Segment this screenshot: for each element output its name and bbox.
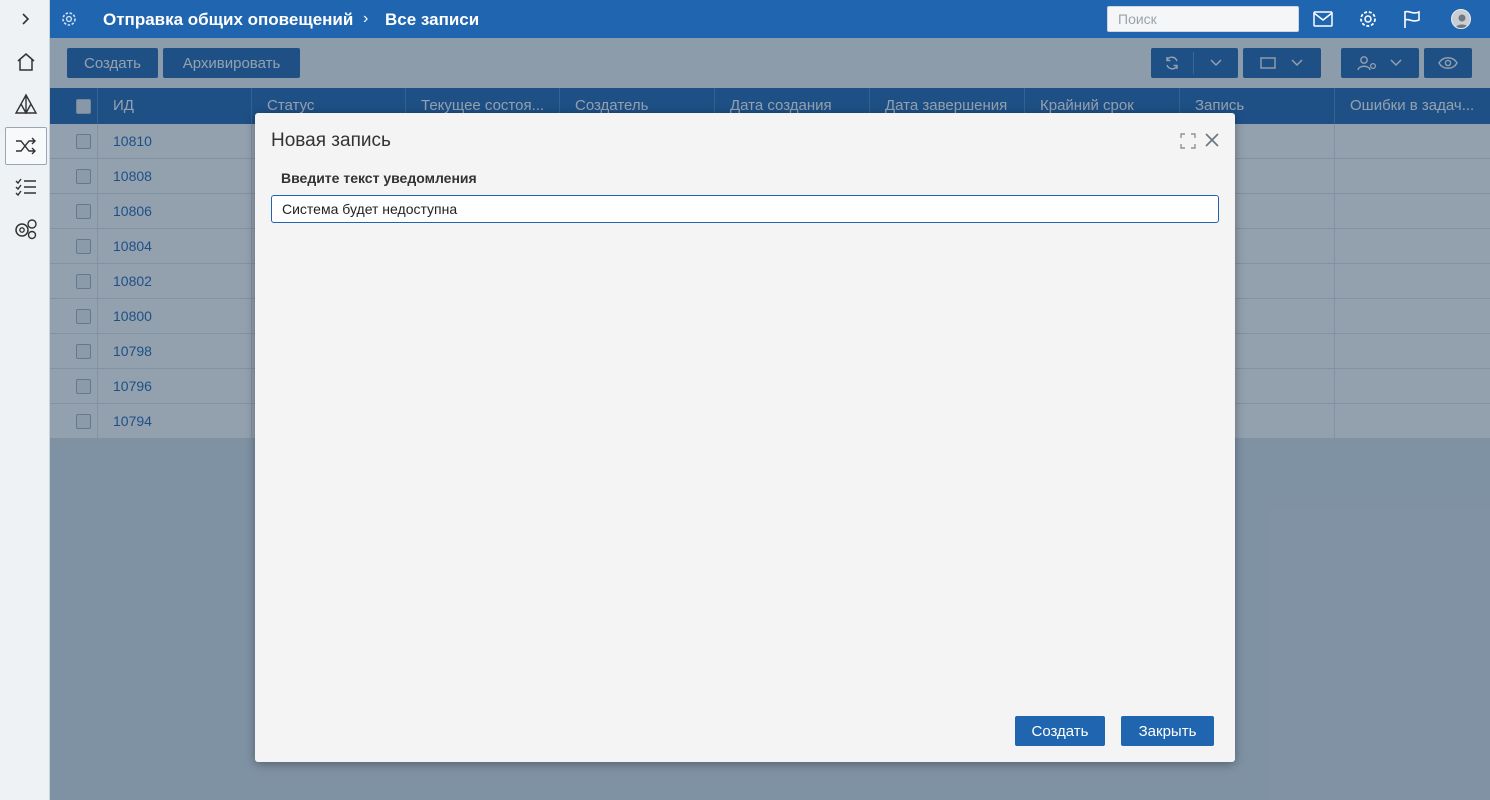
notification-text-label: Введите текст уведомления [281, 170, 477, 186]
settings-icon[interactable] [60, 10, 78, 28]
shuffle-icon[interactable] [5, 127, 47, 165]
expand-icon[interactable] [0, 0, 50, 38]
checklist-icon[interactable] [5, 168, 47, 206]
close-icon[interactable] [1202, 130, 1222, 150]
new-record-dialog: Новая запись Введите текст уведомления С… [255, 113, 1235, 762]
home-icon[interactable] [5, 43, 47, 81]
maximize-icon[interactable] [1179, 132, 1197, 150]
notification-text-input[interactable] [271, 195, 1219, 223]
gear-icon[interactable] [1357, 9, 1379, 29]
dialog-create-button[interactable]: Создать [1015, 716, 1105, 746]
breadcrumb-current: Все записи [385, 10, 480, 29]
sidebar [0, 0, 50, 800]
search-input[interactable] [1107, 6, 1299, 32]
breadcrumb-separator: › [363, 10, 369, 27]
gears-icon[interactable] [5, 210, 47, 248]
dialog-close-button[interactable]: Закрыть [1121, 716, 1214, 746]
flag-icon[interactable] [1401, 9, 1423, 29]
breadcrumb-root[interactable]: Отправка общих оповещений [103, 10, 353, 30]
avatar[interactable] [1451, 9, 1471, 29]
top-bar: Отправка общих оповещений › Все записи [50, 0, 1490, 38]
mail-icon[interactable] [1312, 9, 1334, 29]
tree-icon[interactable] [5, 85, 47, 123]
dialog-title: Новая запись [271, 130, 391, 151]
